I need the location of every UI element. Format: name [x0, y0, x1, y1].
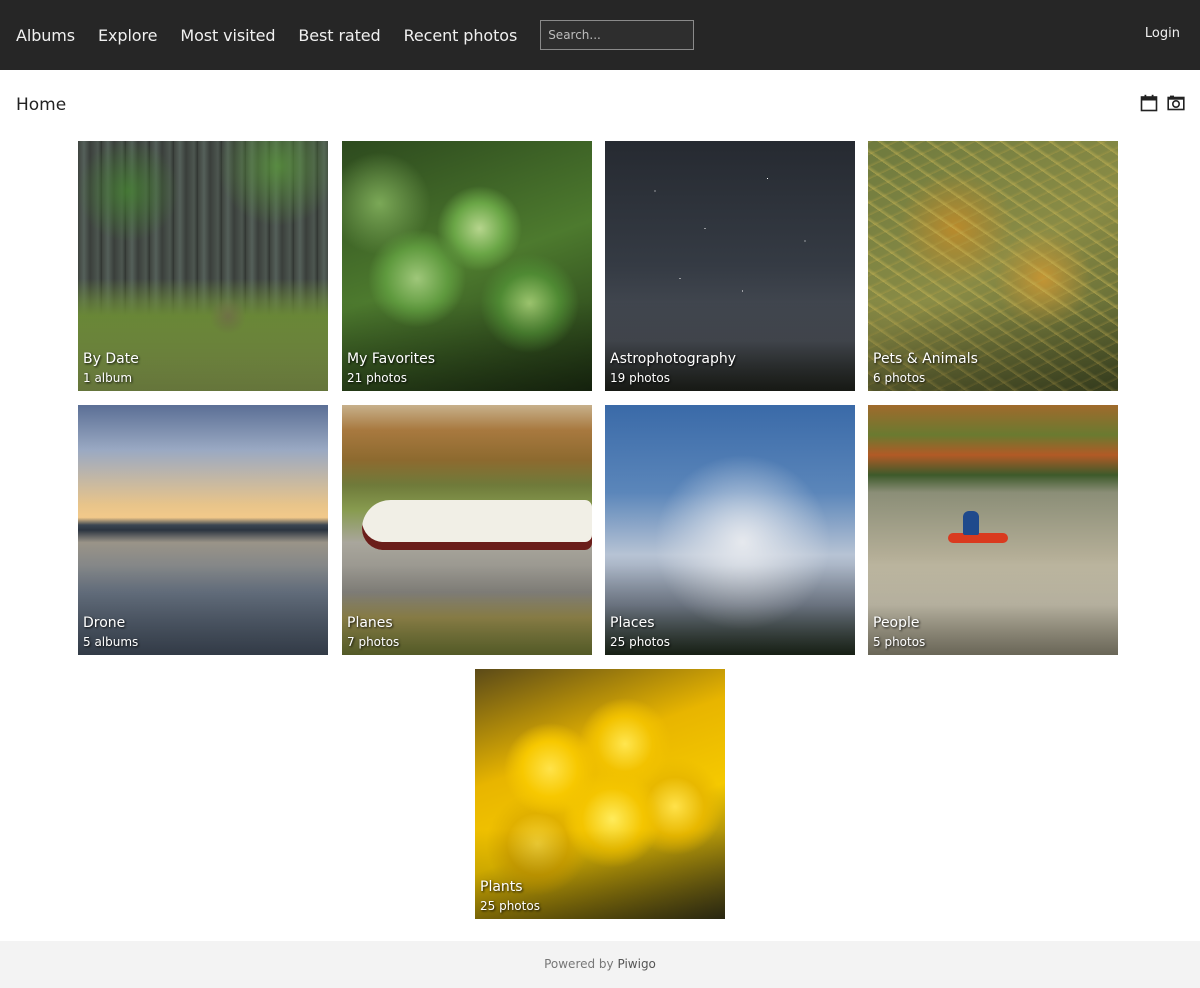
album-tile-drone[interactable]: Drone 5 albums — [78, 405, 328, 655]
album-count: 5 albums — [83, 635, 139, 649]
album-count: 25 photos — [480, 899, 540, 913]
calendar-icon[interactable] — [1140, 94, 1158, 112]
album-name: Drone — [83, 615, 126, 631]
top-navigation-bar: Albums Explore Most visited Best rated R… — [0, 0, 1200, 70]
album-count: 5 photos — [873, 635, 926, 649]
piwigo-link[interactable]: Piwigo — [617, 957, 655, 971]
nav-most-visited[interactable]: Most visited — [180, 26, 275, 45]
search-input[interactable] — [540, 20, 695, 50]
camera-icon[interactable] — [1167, 94, 1185, 112]
airplane-image — [362, 500, 592, 550]
album-name: Pets & Animals — [873, 351, 978, 367]
album-tile-my-favorites[interactable]: My Favorites 21 photos — [342, 141, 592, 391]
powered-by-text: Powered by — [544, 957, 614, 971]
nav-recent-photos[interactable]: Recent photos — [404, 26, 518, 45]
album-name: Places — [610, 615, 655, 631]
album-count: 1 album — [83, 371, 133, 385]
calendar-icon-graphic — [1140, 94, 1158, 112]
album-name: People — [873, 615, 920, 631]
album-tile-plants[interactable]: Plants 25 photos — [475, 669, 725, 919]
album-count: 7 photos — [347, 635, 400, 649]
kayaker-image — [963, 511, 979, 535]
album-tile-by-date[interactable]: By Date 1 album — [78, 141, 328, 391]
breadcrumb-home[interactable]: Home — [16, 95, 66, 115]
nav-best-rated[interactable]: Best rated — [298, 26, 380, 45]
album-count: 25 photos — [610, 635, 670, 649]
album-tile-pets-animals[interactable]: Pets & Animals 6 photos — [868, 141, 1118, 391]
album-tile-places[interactable]: Places 25 photos — [605, 405, 855, 655]
login-link[interactable]: Login — [1145, 26, 1180, 41]
nav-albums[interactable]: Albums — [16, 26, 75, 45]
camera-icon-graphic — [1167, 95, 1185, 111]
album-name: Planes — [347, 615, 393, 631]
album-tile-planes[interactable]: Planes 7 photos — [342, 405, 592, 655]
album-tile-people[interactable]: People 5 photos — [868, 405, 1118, 655]
album-name: Astrophotography — [610, 351, 737, 367]
album-name: By Date — [83, 351, 139, 367]
album-count: 21 photos — [347, 371, 407, 385]
breadcrumb-bar: Home — [0, 70, 1200, 140]
album-tile-astrophotography[interactable]: Astrophotography 19 photos — [605, 141, 855, 391]
album-name: My Favorites — [347, 351, 436, 367]
album-count: 19 photos — [610, 371, 670, 385]
nav-explore[interactable]: Explore — [98, 26, 157, 45]
album-count: 6 photos — [873, 371, 926, 385]
footer: Powered by Piwigo — [0, 941, 1200, 988]
main-menu: Albums Explore Most visited Best rated R… — [16, 0, 695, 70]
album-name: Plants — [480, 879, 523, 895]
